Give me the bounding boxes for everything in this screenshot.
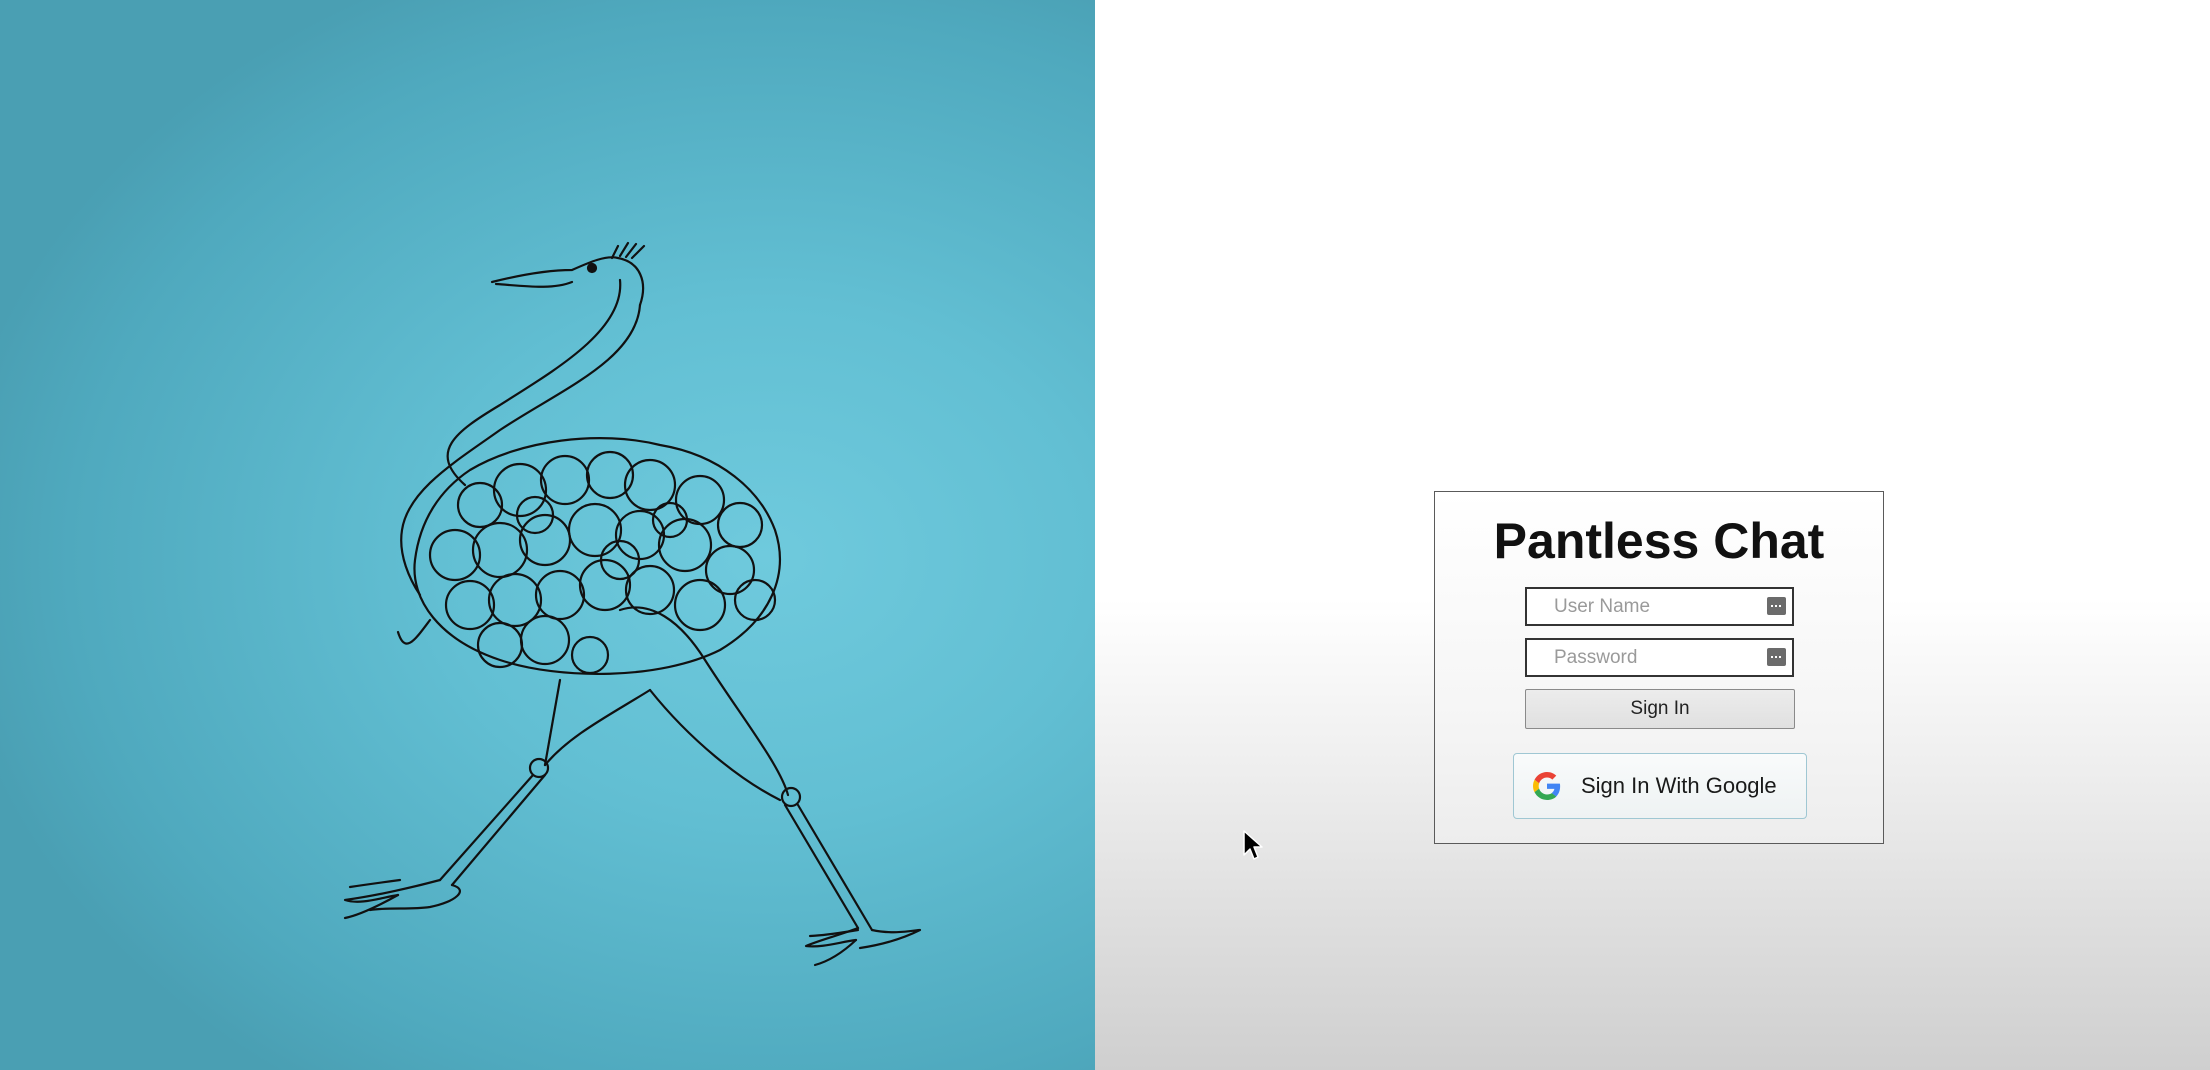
password-input[interactable] bbox=[1527, 640, 1757, 675]
page: Pantless Chat Sign In Sign In With Googl… bbox=[0, 0, 2210, 1070]
illustration-panel bbox=[0, 0, 1095, 1070]
google-sign-in-button[interactable]: Sign In With Google bbox=[1513, 753, 1807, 819]
app-title: Pantless Chat bbox=[1493, 513, 1825, 569]
password-manager-icon[interactable] bbox=[1767, 597, 1786, 615]
password-manager-icon[interactable] bbox=[1767, 648, 1786, 666]
username-input[interactable] bbox=[1527, 589, 1757, 624]
mouse-cursor-icon bbox=[1243, 830, 1263, 860]
google-sign-in-label: Sign In With Google bbox=[1581, 773, 1777, 798]
username-field-container bbox=[1525, 587, 1794, 626]
password-field-container bbox=[1525, 638, 1794, 677]
ostrich-illustration bbox=[343, 241, 922, 967]
sign-in-button[interactable]: Sign In bbox=[1525, 689, 1795, 729]
login-card: Pantless Chat Sign In Sign In With Googl… bbox=[1434, 491, 1884, 844]
login-panel: Pantless Chat Sign In Sign In With Googl… bbox=[1095, 0, 2210, 1070]
google-logo-icon bbox=[1533, 772, 1561, 800]
